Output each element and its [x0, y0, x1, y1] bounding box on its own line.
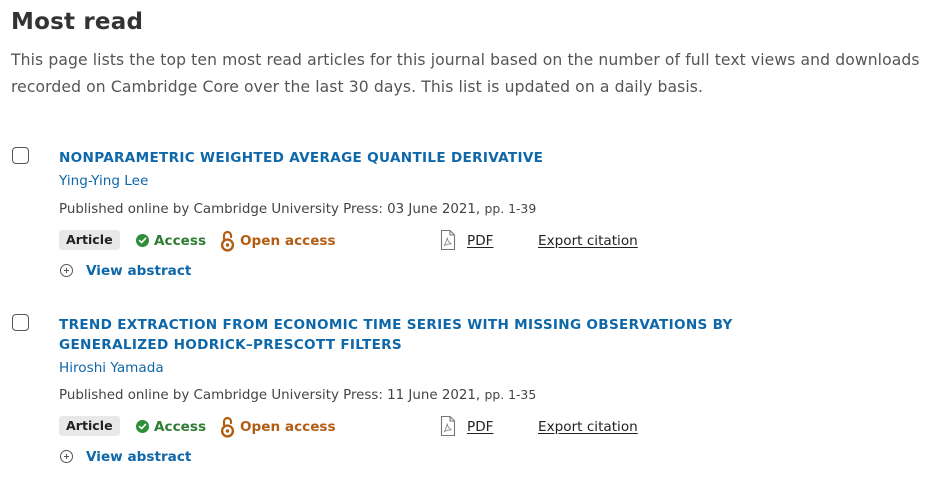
view-abstract-toggle[interactable]: View abstract	[0, 447, 300, 467]
page-range: pp. 1-35	[484, 387, 537, 402]
view-abstract-toggle[interactable]: View abstract	[0, 261, 300, 281]
article-publication-info: Published online by Cambridge University…	[59, 386, 536, 405]
pdf-link[interactable]: PDF	[467, 231, 493, 251]
view-abstract-label: View abstract	[86, 449, 192, 465]
page-intro: This page lists the top ten most read ar…	[11, 51, 920, 96]
open-access-label: Open access	[240, 419, 336, 435]
article-meta-row: Article Access Open access PDF Export ci…	[0, 415, 938, 441]
pdf-file-icon[interactable]	[440, 415, 456, 441]
page-range: pp. 1-39	[484, 201, 537, 216]
article-select-checkbox[interactable]	[12, 314, 29, 331]
open-access-lock-icon	[220, 229, 235, 257]
page-title: Most read	[11, 9, 144, 35]
article-title-link[interactable]: TREND EXTRACTION FROM ECONOMIC TIME SERI…	[59, 315, 819, 355]
export-citation-link[interactable]: Export citation	[538, 417, 638, 437]
plus-circle-icon	[60, 450, 73, 463]
article-author-link[interactable]: Hiroshi Yamada	[59, 359, 164, 377]
article-select-checkbox[interactable]	[12, 147, 29, 164]
publication-date-text: Published online by Cambridge University…	[59, 202, 481, 217]
check-circle-icon	[136, 420, 149, 433]
open-access-label: Open access	[240, 233, 336, 249]
pdf-file-icon[interactable]	[440, 229, 456, 255]
publication-date-text: Published online by Cambridge University…	[59, 388, 481, 403]
article-meta-row: Article Access Open access PDF Export ci…	[0, 229, 938, 255]
article-type-badge: Article	[59, 230, 120, 250]
check-circle-icon	[136, 234, 149, 247]
article-author-link[interactable]: Ying-Ying Lee	[59, 172, 148, 190]
access-status: Access	[154, 419, 207, 435]
article-publication-info: Published online by Cambridge University…	[59, 200, 536, 219]
plus-circle-icon	[60, 264, 73, 277]
article-title-link[interactable]: NONPARAMETRIC WEIGHTED AVERAGE QUANTILE …	[59, 148, 819, 168]
export-citation-link[interactable]: Export citation	[538, 231, 638, 251]
article-type-badge: Article	[59, 416, 120, 436]
access-status: Access	[154, 233, 207, 249]
view-abstract-label: View abstract	[86, 263, 192, 279]
pdf-link[interactable]: PDF	[467, 417, 493, 437]
open-access-lock-icon	[220, 415, 235, 443]
